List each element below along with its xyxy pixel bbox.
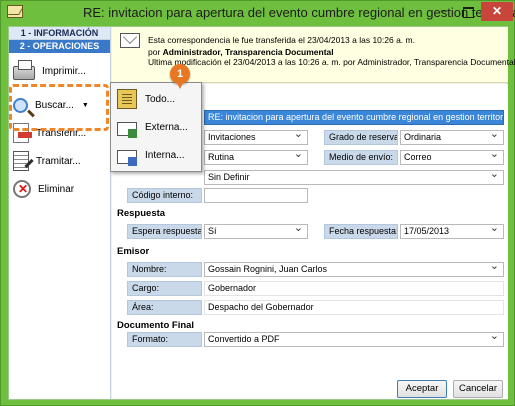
response-section-title: Respuesta xyxy=(117,208,166,219)
send-label: Medio de envío: xyxy=(324,150,398,165)
sidebar: 1 - INFORMACIÓN 2 - OPERACIONES Imprimir… xyxy=(9,27,111,399)
search-popup-menu: Todo... Externa... Interna... xyxy=(110,82,202,172)
printer-icon xyxy=(13,60,35,80)
delete-label: Eliminar xyxy=(38,183,75,195)
folder-cabinet-icon xyxy=(117,89,137,109)
sender-section-title: Emisor xyxy=(117,246,150,257)
role-label: Cargo: xyxy=(127,281,202,296)
format-label: Formato: xyxy=(127,332,202,347)
reserve-select[interactable]: Ordinaria xyxy=(400,130,504,145)
menu-item-externa[interactable]: Externa... xyxy=(111,113,201,141)
notice-by-prefix: por xyxy=(148,47,163,57)
subject-field[interactable]: RE: invitacion para apertura del evento … xyxy=(204,110,504,125)
menu-item-interna[interactable]: Interna... xyxy=(111,141,201,169)
destination-select[interactable]: Sin Definir xyxy=(204,170,504,185)
accept-button[interactable]: Aceptar xyxy=(397,380,447,398)
notice-line-modified: Ultima modificación el 23/04/2013 a las … xyxy=(148,57,515,67)
minimize-button[interactable]: – xyxy=(433,4,455,19)
type-select[interactable]: Invitaciones xyxy=(204,130,308,145)
process-icon xyxy=(13,151,29,171)
response-date-picker[interactable]: 17/05/2013 xyxy=(400,224,504,239)
tab-operaciones[interactable]: 2 - OPERACIONES xyxy=(9,40,110,53)
notice-by-user: Administrador, Transparencia Documental xyxy=(162,47,334,57)
search-highlight-frame xyxy=(9,84,109,131)
route-select[interactable]: Rutina xyxy=(204,150,308,165)
notice-line-by: por Administrador, Transparencia Documen… xyxy=(148,47,334,57)
menu-item-interna-label: Interna... xyxy=(145,149,185,161)
area-value: Despacho del Gobernador xyxy=(204,300,504,315)
print-action[interactable]: Imprimir... xyxy=(13,59,109,83)
maximize-button[interactable] xyxy=(457,5,479,19)
client-area: 1 - INFORMACIÓN 2 - OPERACIONES Imprimir… xyxy=(8,26,515,400)
process-label: Tramitar... xyxy=(36,155,81,167)
reserve-label: Grado de reserva: xyxy=(324,130,398,145)
format-select[interactable]: Convertido a PDF xyxy=(204,332,504,347)
application-window: RE: invitacion para apertura del evento … xyxy=(0,0,515,406)
role-value: Gobernador xyxy=(204,281,504,296)
response-date-label: Fecha respuesta: xyxy=(324,224,398,239)
external-mail-icon xyxy=(117,122,137,138)
envelope-icon xyxy=(120,33,140,48)
menu-item-todo-label: Todo... xyxy=(145,93,176,105)
area-label: Área: xyxy=(127,300,202,315)
title-bar: RE: invitacion para apertura del evento … xyxy=(1,1,515,25)
delete-action[interactable]: Eliminar xyxy=(13,177,109,201)
delete-icon xyxy=(13,180,31,198)
wait-response-select[interactable]: Sí xyxy=(204,224,308,239)
internal-code-input[interactable] xyxy=(204,188,308,203)
menu-item-todo[interactable]: Todo... xyxy=(111,85,201,113)
internal-mail-icon xyxy=(117,150,137,166)
close-button[interactable]: ✕ xyxy=(481,2,513,21)
process-action[interactable]: Tramitar... xyxy=(13,149,109,173)
cancel-button[interactable]: Cancelar xyxy=(453,380,503,398)
step-callout-badge: 1 xyxy=(170,64,190,89)
name-select[interactable]: Gossain Rognini, Juan Carlos xyxy=(204,262,504,277)
final-document-section-title: Documento Final xyxy=(117,320,195,331)
wait-response-label: Espera respuesta: xyxy=(127,224,202,239)
notice-line-transfer: Esta correspondencia le fue transferida … xyxy=(148,35,415,45)
menu-item-externa-label: Externa... xyxy=(145,121,188,133)
mail-app-icon xyxy=(7,5,23,18)
print-label: Imprimir... xyxy=(42,65,86,77)
name-label: Nombre: xyxy=(127,262,202,277)
tab-informacion[interactable]: 1 - INFORMACIÓN xyxy=(9,27,110,40)
send-select[interactable]: Correo xyxy=(400,150,504,165)
internal-code-label: Código interno: xyxy=(127,188,202,203)
